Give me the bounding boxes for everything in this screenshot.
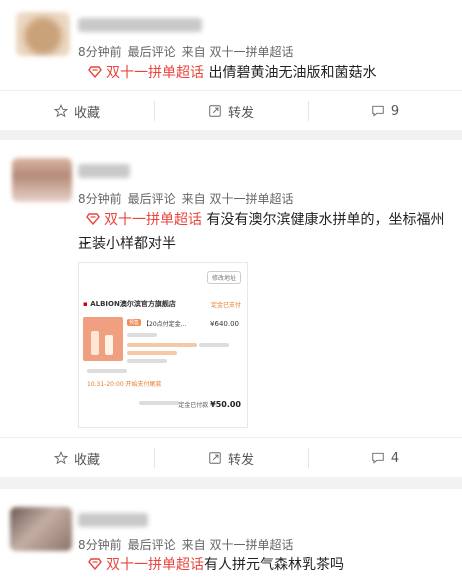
product-price: ¥640.00 <box>210 320 239 328</box>
comment-count: 4 <box>390 450 400 466</box>
username-blurred[interactable] <box>78 164 130 178</box>
post-text-line2: 正装小样都对半 <box>78 236 176 252</box>
product-thumbnail <box>83 317 123 361</box>
comment-icon <box>372 105 384 117</box>
post-content-line2: 正装小样都对半 <box>78 232 450 256</box>
payment-time-note: 10.31-20:00 开始支付尾款 <box>87 381 162 388</box>
post-source[interactable]: 来自 双十一拼单超话 <box>182 192 294 206</box>
post-card: 8分钟前 最后评论 来自 双十一拼单超话 双十一拼单超话有人拼元气森林乳茶吗 <box>0 489 462 581</box>
post-content: 双十一拼单超话 出倩碧黄油无油版和菌菇水 <box>78 61 450 85</box>
post-meta: 8分钟前 最后评论 来自 双十一拼单超话 <box>78 43 299 60</box>
post-text: 出倩碧黄油无油版和菌菇水 <box>208 65 377 81</box>
super-topic-icon <box>86 213 100 225</box>
post-actions-bar: 收藏 转发 4 <box>0 437 462 477</box>
presale-tag: 预售 <box>127 319 142 326</box>
store-name: ▪ ALBION澳尔滨官方旗舰店 <box>83 300 176 308</box>
repost-icon <box>209 105 221 117</box>
topic-link[interactable]: 双十一拼单超话 <box>104 212 202 228</box>
avatar[interactable] <box>12 158 72 202</box>
topic-link[interactable]: 双十一拼单超话 <box>106 65 204 81</box>
repost-icon <box>209 452 221 464</box>
product-title: 【20点付定金… <box>143 321 187 328</box>
avatar[interactable] <box>16 12 70 56</box>
username-blurred[interactable] <box>78 513 148 527</box>
favorite-label: 收藏 <box>73 105 100 121</box>
favorite-button[interactable]: 收藏 <box>0 91 154 131</box>
post-source[interactable]: 来自 双十一拼单超话 <box>182 45 294 59</box>
post-source[interactable]: 来自 双十一拼单超话 <box>182 538 294 552</box>
post-time: 8分钟前 <box>78 538 122 552</box>
super-topic-icon <box>88 558 102 570</box>
star-icon <box>53 104 68 118</box>
order-total: 定金已付款 ¥50.00 <box>178 400 241 409</box>
repost-button[interactable]: 转发 <box>154 438 308 478</box>
username-blurred[interactable] <box>78 18 202 32</box>
order-status: 定金已支付 <box>210 302 241 309</box>
last-comment-label: 最后评论 <box>127 538 176 552</box>
post-time: 8分钟前 <box>78 45 122 59</box>
post-time: 8分钟前 <box>78 192 122 206</box>
last-comment-label: 最后评论 <box>127 45 176 59</box>
post-text: 有人拼元气森林乳茶吗 <box>204 557 344 573</box>
post-content: 双十一拼单超话有人拼元气森林乳茶吗 <box>78 553 450 577</box>
favorite-label: 收藏 <box>73 452 100 468</box>
address-button: 修改地址 <box>206 271 241 284</box>
post-card: 8分钟前 最后评论 来自 双十一拼单超话 双十一拼单超话 出倩碧黄油无油版和菌菇水 <box>0 0 462 90</box>
comment-icon <box>372 452 384 464</box>
star-icon <box>53 451 68 465</box>
repost-label: 转发 <box>227 452 254 468</box>
repost-label: 转发 <box>227 105 254 121</box>
repost-button[interactable]: 转发 <box>154 91 308 131</box>
post-image[interactable]: 修改地址 ▪ ALBION澳尔滨官方旗舰店 定金已支付 预售 【20点付定金… … <box>78 262 248 428</box>
post-actions-bar: 收藏 转发 9 <box>0 90 462 130</box>
comment-button[interactable]: 4 <box>308 438 462 478</box>
comment-count: 9 <box>390 103 400 119</box>
topic-link[interactable]: 双十一拼单超话 <box>106 557 204 573</box>
super-topic-icon <box>88 66 102 78</box>
favorite-button[interactable]: 收藏 <box>0 438 154 478</box>
avatar[interactable] <box>10 507 72 551</box>
post-meta: 8分钟前 最后评论 来自 双十一拼单超话 <box>78 190 299 207</box>
comment-button[interactable]: 9 <box>308 91 462 131</box>
post-meta: 8分钟前 最后评论 来自 双十一拼单超话 <box>78 536 299 553</box>
last-comment-label: 最后评论 <box>127 192 176 206</box>
